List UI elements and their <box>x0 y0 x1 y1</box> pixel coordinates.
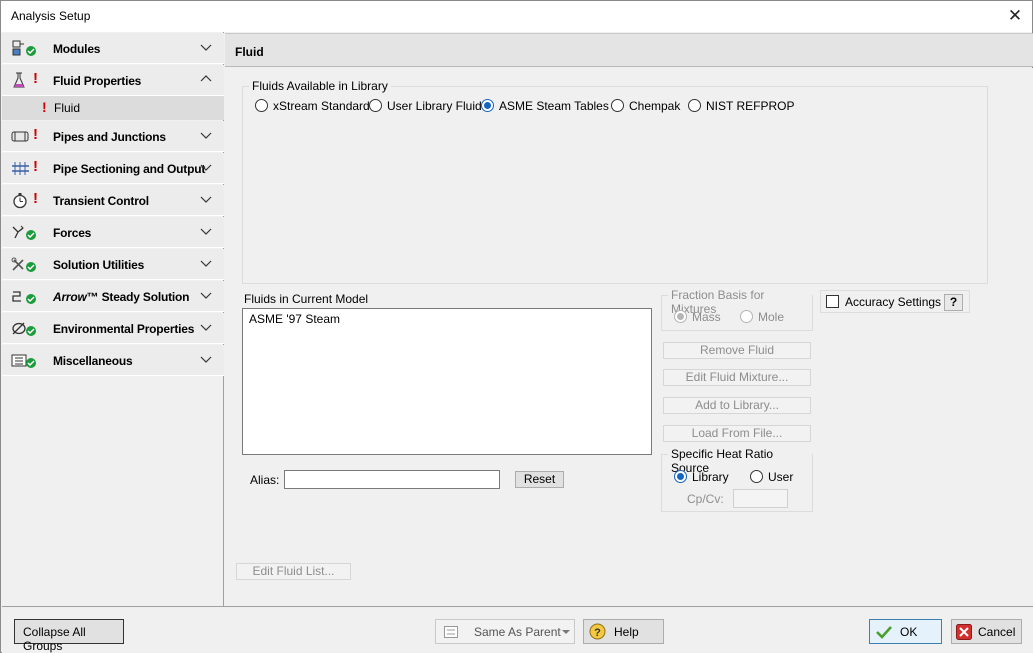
title-bar: Analysis Setup ✕ <box>1 1 1032 32</box>
sidebar-subitem-fluid[interactable]: ! Fluid <box>2 96 224 120</box>
tools-icon <box>11 257 36 272</box>
list-item[interactable]: ASME '97 Steam <box>249 312 340 326</box>
chevron-down-icon[interactable] <box>200 289 212 301</box>
alias-label: Alias: <box>250 473 280 487</box>
sidebar-item-label: Forces <box>53 226 92 240</box>
close-icon[interactable]: ✕ <box>1002 4 1028 28</box>
sidebar-item-label: Pipes and Junctions <box>53 130 166 144</box>
chevron-down-icon[interactable] <box>200 193 212 205</box>
remove-fluid-button[interactable]: Remove Fluid <box>663 342 811 359</box>
chevron-up-icon[interactable] <box>200 73 212 85</box>
alias-input[interactable] <box>284 470 500 489</box>
sidebar-item-steady-solution[interactable]: Arrow™ Steady Solution <box>2 281 224 312</box>
chevron-down-icon[interactable] <box>200 161 212 173</box>
sidebar-item-pipes-and-junctions[interactable]: ! Pipes and Junctions <box>2 121 224 152</box>
cpcv-label: Cp/Cv: <box>687 492 724 506</box>
edit-fluid-list-button[interactable]: Edit Fluid List... <box>236 563 351 580</box>
cpcv-input[interactable] <box>733 489 788 508</box>
sidebar-item-label: Fluid Properties <box>53 74 142 88</box>
forces-icon <box>12 225 36 240</box>
panel-title: Fluid <box>235 45 264 59</box>
load-from-file-button[interactable]: Load From File... <box>663 425 811 442</box>
library-group-label: Fluids Available in Library <box>249 79 391 93</box>
arrow-brand: Arrow <box>53 290 87 304</box>
sidebar-item-solution-utilities[interactable]: Solution Utilities <box>2 249 224 280</box>
help-icon: ? <box>589 623 606 640</box>
current-model-label: Fluids in Current Model <box>244 292 369 306</box>
error-icon: ! <box>33 158 38 175</box>
collapse-all-groups-button[interactable]: Collapse All Groups <box>14 619 124 653</box>
error-icon: ! <box>33 190 38 207</box>
sidebar-item-modules[interactable]: Modules <box>2 33 224 64</box>
chevron-down-icon[interactable] <box>200 321 212 333</box>
error-icon: ! <box>33 126 38 143</box>
sidebar-item-label: Miscellaneous <box>53 354 133 368</box>
window-title: Analysis Setup <box>11 9 91 23</box>
analysis-setup-window: Analysis Setup ✕ Modules ! Fluid Propert… <box>0 0 1033 653</box>
environment-icon <box>12 322 36 336</box>
panel-header: Fluid <box>225 33 1033 67</box>
error-icon: ! <box>33 70 38 87</box>
accuracy-label: Accuracy Settings <box>845 295 942 309</box>
sidebar-item-label: Modules <box>53 42 101 56</box>
chevron-down-icon <box>562 630 570 634</box>
current-model-list[interactable]: ASME '97 Steam <box>242 308 652 455</box>
chevron-down-icon[interactable] <box>200 353 212 365</box>
accuracy-group: Accuracy Settings ? <box>820 290 970 313</box>
fluid-panel: Fluids Available in Library xStream Stan… <box>225 68 1033 606</box>
modules-icon <box>12 40 36 56</box>
edit-fluid-mixture-button[interactable]: Edit Fluid Mixture... <box>663 369 811 386</box>
cancel-x-icon <box>956 624 972 640</box>
sidebar-item-label: Arrow™ Steady Solution <box>53 290 190 304</box>
accuracy-checkbox[interactable] <box>826 295 839 308</box>
sidebar-item-label: Transient Control <box>53 194 149 208</box>
svg-text:?: ? <box>594 627 601 639</box>
reset-button[interactable]: Reset <box>515 471 564 488</box>
chevron-down-icon[interactable] <box>200 41 212 53</box>
cancel-button[interactable]: Cancel <box>951 619 1022 644</box>
heat-ratio-group: Specific Heat Ratio Source Library User … <box>661 447 813 512</box>
solution-icon <box>12 291 36 304</box>
library-group: Fluids Available in Library xStream Stan… <box>242 79 988 284</box>
add-to-library-button[interactable]: Add to Library... <box>663 397 811 414</box>
sidebar-item-miscellaneous[interactable]: Miscellaneous <box>2 345 224 376</box>
fraction-basis-group: Fraction Basis for Mixtures Mass Mole <box>661 288 813 331</box>
chevron-down-icon[interactable] <box>200 225 212 237</box>
misc-icon <box>11 354 36 368</box>
chevron-down-icon[interactable] <box>200 257 212 269</box>
sidebar-item-label: Pipe Sectioning and Output <box>53 162 206 176</box>
bottom-bar: Collapse All Groups Same As Parent ? Hel… <box>2 606 1033 653</box>
same-as-parent-dropdown[interactable]: Same As Parent <box>435 619 575 644</box>
list-icon <box>444 626 458 638</box>
sidebar-item-transient-control[interactable]: ! Transient Control <box>2 185 224 216</box>
sidebar-item-forces[interactable]: Forces <box>2 217 224 248</box>
sidebar-item-pipe-sectioning[interactable]: ! Pipe Sectioning and Output <box>2 153 224 184</box>
error-icon: ! <box>42 99 47 115</box>
help-question-button[interactable]: ? <box>944 294 963 311</box>
chevron-down-icon[interactable] <box>200 129 212 141</box>
sidebar: Modules ! Fluid Properties ! Fluid ! Pip… <box>2 32 224 606</box>
fraction-basis-label: Fraction Basis for Mixtures <box>668 288 812 316</box>
sidebar-subitem-label: Fluid <box>54 101 81 115</box>
ok-button[interactable]: OK <box>869 619 942 644</box>
sidebar-item-environmental-properties[interactable]: Environmental Properties <box>2 313 224 344</box>
sidebar-item-fluid-properties[interactable]: ! Fluid Properties <box>2 65 224 96</box>
sidebar-item-label: Environmental Properties <box>53 322 195 336</box>
sidebar-item-label: Solution Utilities <box>53 258 145 272</box>
help-button[interactable]: ? Help <box>583 619 664 644</box>
checkmark-icon <box>876 626 892 639</box>
